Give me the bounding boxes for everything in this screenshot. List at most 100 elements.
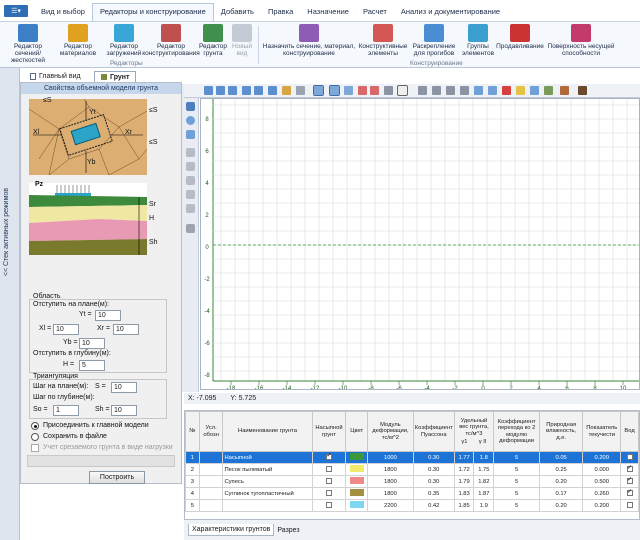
view-top-icon[interactable] <box>268 86 277 95</box>
active-modes-strip[interactable]: << Стек активных режимов <box>0 68 20 540</box>
assign-section-button[interactable]: Назначить сечение, материал, конструиров… <box>262 24 356 57</box>
soil-color-swatch[interactable] <box>349 453 364 460</box>
attach-to-main-radio[interactable] <box>31 422 39 430</box>
cell-poisson[interactable]: 0.35 <box>412 487 455 500</box>
s-input[interactable]: 10 <box>111 382 137 393</box>
cell-modulus[interactable]: 1800 <box>367 487 414 500</box>
view-back-icon[interactable] <box>228 86 237 95</box>
col-soil-name[interactable]: Наименование грунта <box>222 411 313 452</box>
cell-modulus[interactable]: 1000 <box>367 451 414 464</box>
water-checkbox[interactable] <box>626 453 633 460</box>
cell-gamma2[interactable]: 1.75 <box>473 463 495 476</box>
sh-input[interactable]: 10 <box>111 405 137 416</box>
so-input[interactable]: 1 <box>53 405 79 416</box>
tab-soil-characteristics[interactable]: Характеристики грунтов <box>188 524 275 536</box>
cell-modulus-factor[interactable]: 5 <box>493 463 540 476</box>
cell-water[interactable] <box>620 451 639 464</box>
orbit-icon[interactable] <box>488 86 497 95</box>
layers-tool-icon[interactable] <box>186 176 195 185</box>
cell-color[interactable] <box>345 487 369 500</box>
tab-soil[interactable]: Грунт <box>94 71 137 82</box>
cell-modulus-factor[interactable]: 5 <box>493 499 540 512</box>
tab-section[interactable]: Разрез <box>274 525 302 536</box>
cell-poisson[interactable]: 0.30 <box>412 451 455 464</box>
table-row[interactable]: 5 2200 0.42 1.85 1.9 5 0.20 0.200 <box>185 499 639 512</box>
pile-tool-icon[interactable] <box>186 224 195 233</box>
paint-icon[interactable] <box>530 86 539 95</box>
cell-number[interactable]: 2 <box>185 463 200 476</box>
cell-moisture[interactable]: 0.25 <box>538 463 584 476</box>
cell-color[interactable] <box>345 475 369 488</box>
fill-soil-checkbox[interactable] <box>325 453 332 460</box>
rotate-icon[interactable] <box>474 86 483 95</box>
select-tool-icon[interactable] <box>186 102 195 111</box>
cell-poisson[interactable]: 0.30 <box>412 475 455 488</box>
cell-gamma1[interactable]: 1.77 <box>453 451 475 464</box>
cell-liquidity[interactable]: 0.000 <box>582 463 622 476</box>
cell-moisture[interactable]: 0.17 <box>538 487 584 500</box>
cell-modulus-factor[interactable]: 5 <box>493 451 540 464</box>
cell-fill[interactable] <box>311 463 347 476</box>
cell-gamma1[interactable]: 1.79 <box>453 475 475 488</box>
cell-soil-name[interactable]: Насыпной <box>222 451 313 464</box>
pan-icon[interactable] <box>204 86 213 95</box>
yt-input[interactable]: 10 <box>95 310 121 321</box>
cell-fill[interactable] <box>311 451 347 464</box>
highlight-icon[interactable] <box>516 86 525 95</box>
cell-modulus[interactable]: 1800 <box>367 475 414 488</box>
copy-tool-icon[interactable] <box>186 148 195 157</box>
zoom-fit-icon[interactable] <box>446 86 455 95</box>
cell-symbol[interactable] <box>198 499 224 512</box>
soil-color-swatch[interactable] <box>349 477 364 484</box>
tab-calc[interactable]: Расчет <box>356 4 394 21</box>
grid-icon[interactable] <box>313 85 324 96</box>
tab-view-select[interactable]: Вид и выбор <box>34 4 92 21</box>
cell-water[interactable] <box>620 475 639 488</box>
flag-icon[interactable] <box>502 86 511 95</box>
col-fill-soil[interactable]: Насыпной грунт <box>311 411 347 452</box>
cell-soil-name[interactable] <box>222 499 313 512</box>
cell-gamma2[interactable]: 1.82 <box>473 475 495 488</box>
view-left-icon[interactable] <box>242 86 251 95</box>
cell-gamma2[interactable]: 1.87 <box>473 487 495 500</box>
element-groups-button[interactable]: Группы элементов <box>460 24 496 57</box>
col-unit-weight[interactable]: Удельный вес грунта, тс/м^3 γ1 γ II <box>453 411 495 452</box>
fill-soil-checkbox[interactable] <box>325 501 332 508</box>
cell-liquidity[interactable]: 0.200 <box>582 499 622 512</box>
rectangle-tool-icon[interactable] <box>186 130 195 139</box>
materials-editor-button[interactable]: Редактор материалов <box>56 24 100 57</box>
cell-modulus-factor[interactable]: 5 <box>493 487 540 500</box>
cell-liquidity[interactable]: 0.500 <box>582 475 622 488</box>
bearing-surface-button[interactable]: Поверхность несущей способности <box>546 24 616 57</box>
tab-analysis[interactable]: Анализ и документирование <box>394 4 507 21</box>
col-poisson[interactable]: Коэффициент Пуассона <box>412 411 455 452</box>
cell-color[interactable] <box>345 451 369 464</box>
cell-number[interactable]: 1 <box>185 451 200 464</box>
col-symbol[interactable]: Усл. обозн <box>198 411 224 452</box>
box-icon[interactable] <box>384 86 393 95</box>
cell-fill[interactable] <box>311 475 347 488</box>
ellipse-tool-icon[interactable] <box>186 116 195 125</box>
cell-symbol[interactable] <box>198 463 224 476</box>
group-tool-icon[interactable] <box>186 190 195 199</box>
cell-soil-name[interactable]: Песок пылеватый <box>222 463 313 476</box>
duplicate-tool-icon[interactable] <box>186 162 195 171</box>
table-row[interactable]: 2 Песок пылеватый 1800 0.30 1.72 1.75 5 0.25 0.0… <box>185 463 639 476</box>
section-editor-button[interactable]: Редактор сечений/ жесткостей <box>4 24 52 64</box>
calendar-icon[interactable] <box>397 85 408 96</box>
cell-number[interactable]: 4 <box>185 487 200 500</box>
view-front-icon[interactable] <box>216 86 225 95</box>
cell-gamma1[interactable]: 1.85 <box>453 499 475 512</box>
cell-moisture[interactable]: 0.20 <box>538 475 584 488</box>
cell-poisson[interactable]: 0.30 <box>412 463 455 476</box>
structural-elements-button[interactable]: Конструктивные элементы <box>358 24 408 57</box>
soil-color-swatch[interactable] <box>349 489 364 496</box>
punching-button[interactable]: Продавливание <box>496 24 544 50</box>
cell-fill[interactable] <box>311 487 347 500</box>
table-row[interactable]: 3 Супесь 1800 0.30 1.79 1.82 5 0.20 0.500 <box>185 475 639 488</box>
document-icon[interactable] <box>358 86 367 95</box>
col-liquidity[interactable]: Показатель текучести <box>582 411 622 452</box>
app-menu-button[interactable]: ☰▾ <box>4 5 28 17</box>
texture-icon[interactable] <box>560 86 569 95</box>
soil-view-canvas[interactable]: -18 -16 -14 -12 -10 -8 -6 -4 -2 0 2 4 6 8 10 8 6 4 2 0 -2 -4-… <box>200 98 640 390</box>
